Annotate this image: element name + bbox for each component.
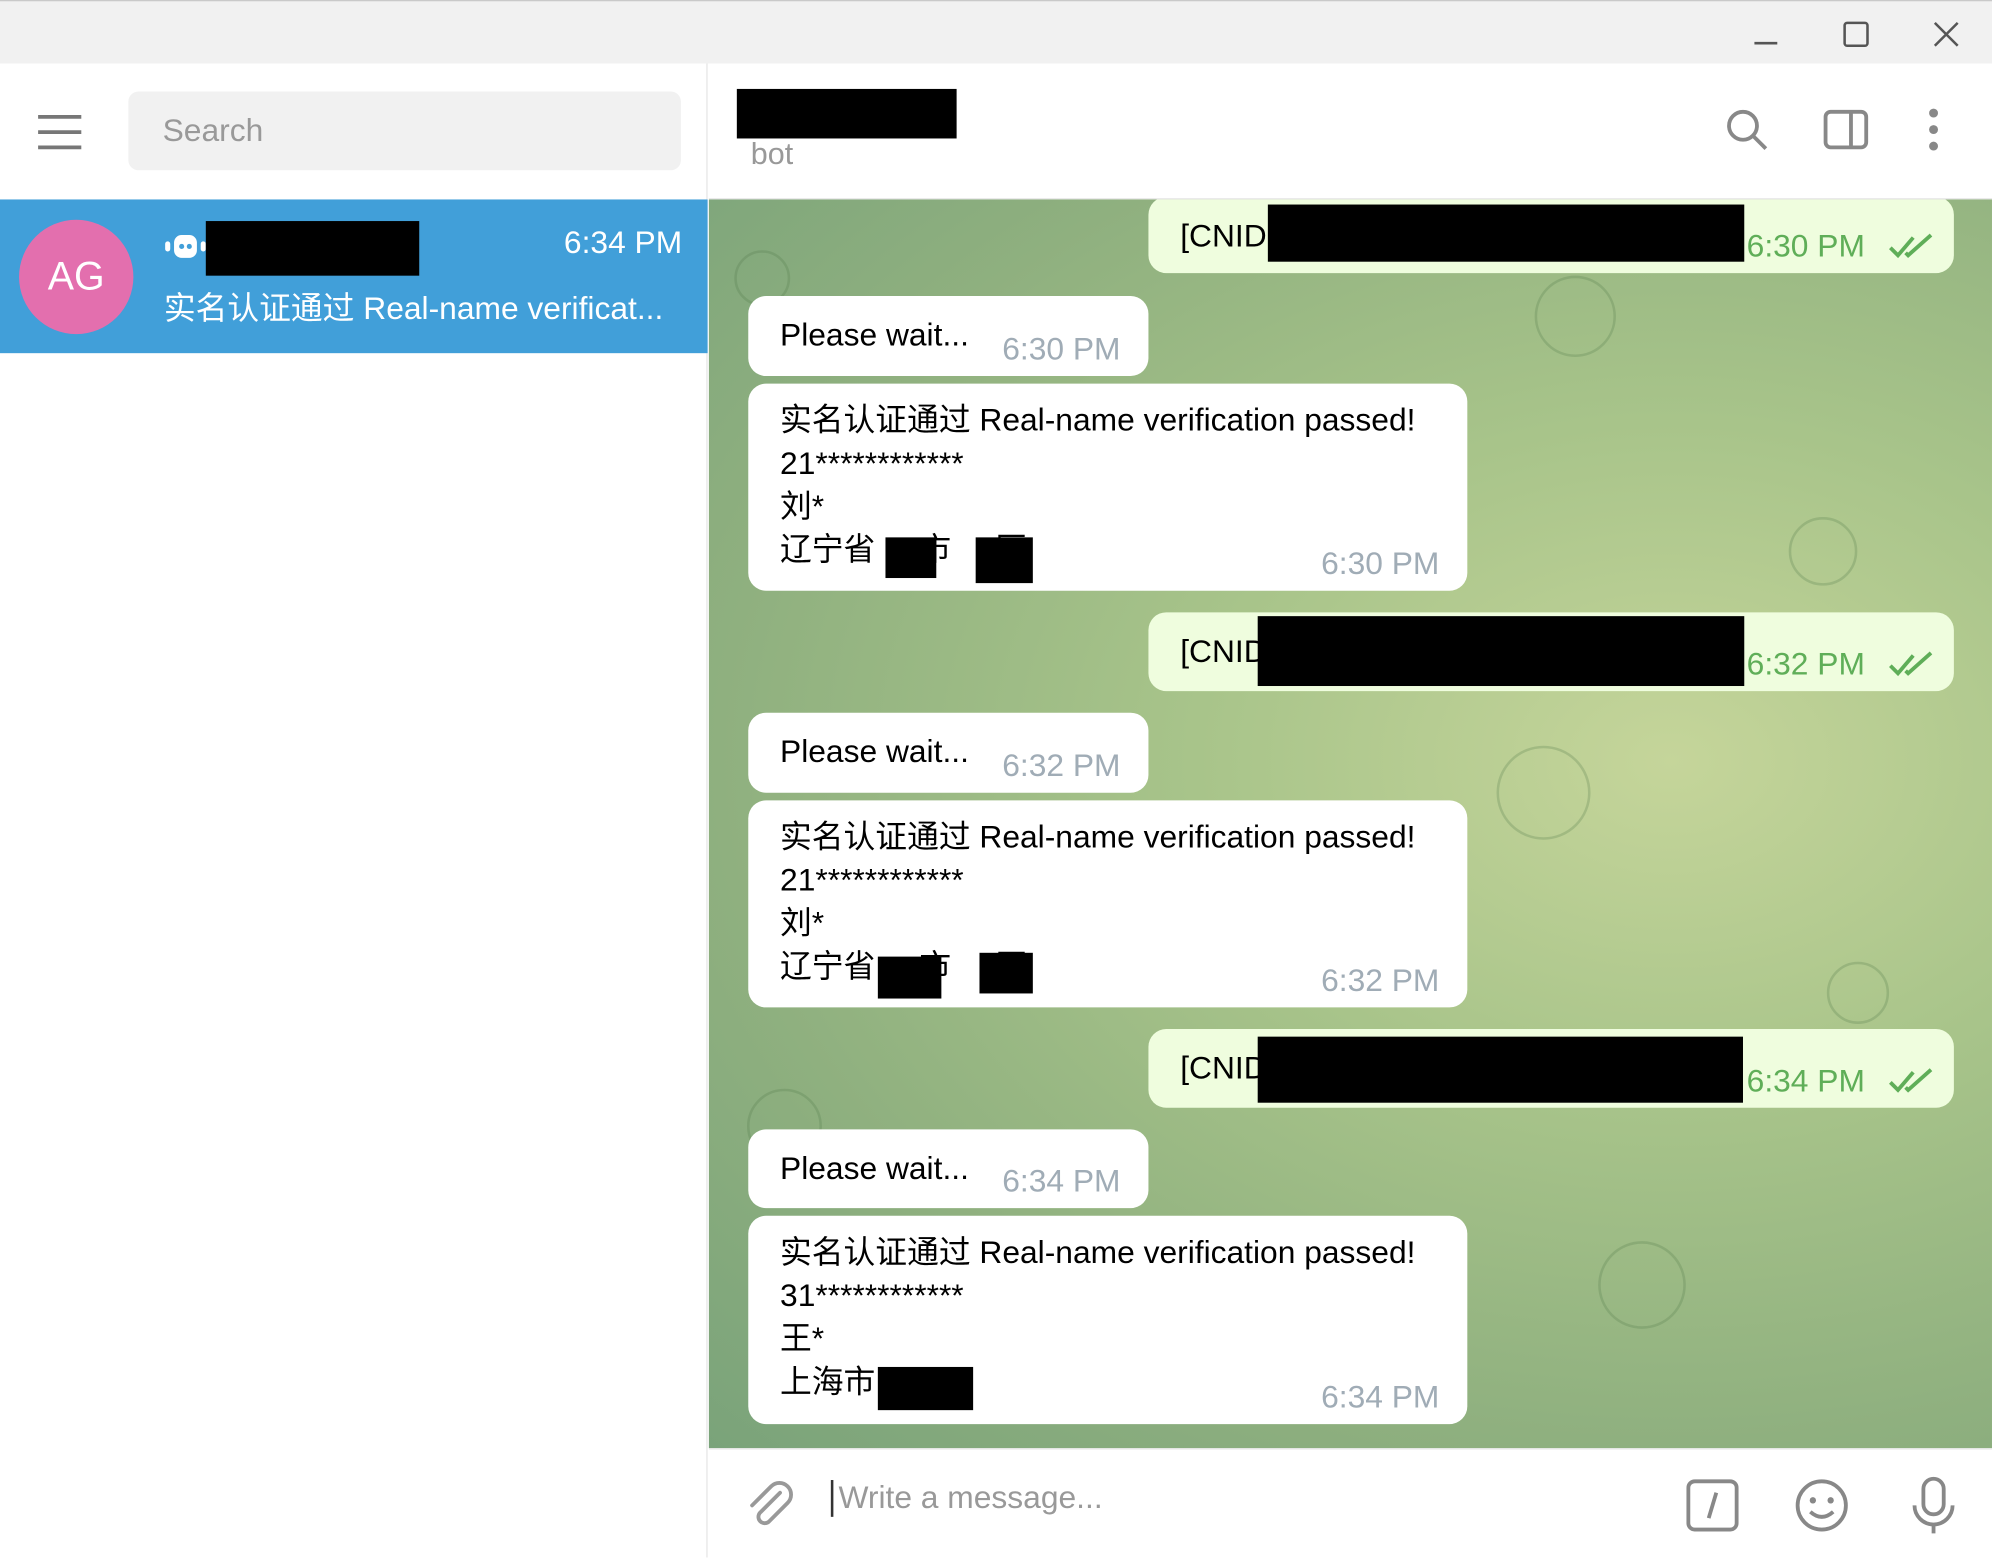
redacted-chat-name [205, 221, 420, 276]
maximize-icon [1843, 21, 1869, 48]
voice-record-button[interactable] [1903, 1475, 1964, 1536]
message-incoming[interactable]: Please wait... 6:32 PM [748, 712, 1149, 793]
message-line: 刘* [780, 905, 825, 942]
message-text: [CNID [1180, 218, 1267, 255]
redacted-message [1267, 204, 1745, 262]
message-time: 6:32 PM [1746, 646, 1865, 683]
message-time: 6:32 PM [1002, 748, 1121, 784]
message-time: 6:32 PM [1321, 962, 1440, 999]
message-outgoing[interactable]: [CNID 6:32 PM [1148, 612, 1954, 692]
emoji-button[interactable] [1791, 1475, 1852, 1536]
bot-commands-button[interactable] [1682, 1475, 1743, 1536]
search-input[interactable]: Search [128, 91, 681, 171]
paperclip-icon [750, 1481, 793, 1526]
message-incoming[interactable]: 实名认证通过 Real-name verification passed! 31… [748, 1215, 1468, 1425]
bot-icon [165, 235, 206, 258]
search-icon [1727, 109, 1768, 150]
microphone-icon [1912, 1476, 1955, 1534]
message-text: Please wait... [780, 734, 969, 770]
slash-command-icon [1686, 1479, 1739, 1532]
telegram-window: Search AG 6:34 PM 实名认证通过 Real-name verif… [0, 0, 1992, 1558]
message-line: 实名认证通过 Real-name verification passed! [780, 819, 1416, 855]
double-check-icon [1889, 233, 1933, 259]
message-time: 6:30 PM [1746, 228, 1865, 265]
message-area[interactable]: [CNID 6:30 PM Please wait... 6:30 PM 实名认… [708, 199, 1992, 1449]
double-check-icon [1889, 1068, 1933, 1093]
minimize-button[interactable] [1740, 11, 1791, 57]
close-icon [1933, 21, 1959, 47]
chat-list-item[interactable]: AG 6:34 PM 实名认证通过 Real-name verificat... [0, 199, 708, 354]
avatar-initials: AG [47, 254, 105, 299]
double-check-icon [1889, 651, 1933, 677]
message-line: 21************ [780, 862, 964, 899]
message-line: 21************ [780, 445, 964, 482]
more-options-button[interactable] [1906, 102, 1962, 158]
redacted-text [885, 537, 937, 579]
message-incoming[interactable]: Please wait... 6:30 PM [748, 296, 1149, 377]
hamburger-icon [38, 114, 82, 150]
title-bar [0, 0, 1992, 64]
message-text: [CNID [1180, 633, 1267, 670]
message-time: 6:34 PM [1746, 1063, 1865, 1099]
message-line: 31************ [780, 1278, 964, 1314]
redacted-message [1257, 616, 1745, 687]
background-doodle [1598, 1241, 1686, 1329]
emoji-icon [1795, 1479, 1848, 1532]
maximize-button[interactable] [1831, 11, 1882, 57]
message-time: 6:34 PM [1002, 1163, 1121, 1200]
message-text: [CNID [1180, 1050, 1267, 1087]
message-incoming[interactable]: 实名认证通过 Real-name verification passed! 21… [748, 800, 1468, 1008]
background-doodle [1496, 745, 1591, 840]
message-incoming[interactable]: Please wait... 6:34 PM [748, 1129, 1149, 1209]
search-button[interactable] [1719, 102, 1775, 158]
message-outgoing[interactable]: [CNID 6:34 PM [1148, 1029, 1954, 1108]
message-text: Please wait... [780, 1150, 969, 1187]
chat-preview: 实名认证通过 Real-name verificat... [163, 290, 664, 327]
background-doodle [1534, 275, 1616, 357]
message-time: 6:30 PM [1321, 546, 1440, 582]
message-line: 实名认证通过 Real-name verification passed! [780, 1234, 1416, 1271]
avatar: AG [19, 219, 134, 335]
chat-list-sidebar: Search AG 6:34 PM 实名认证通过 Real-name verif… [0, 63, 708, 1558]
message-time: 6:30 PM [1002, 331, 1121, 368]
redacted-text [979, 952, 1033, 994]
minimize-icon [1754, 41, 1778, 45]
more-vertical-icon [1929, 108, 1938, 151]
message-input[interactable]: Write a message... [830, 1480, 1103, 1517]
close-button[interactable] [1921, 11, 1972, 57]
menu-button[interactable] [33, 112, 89, 153]
attach-button[interactable] [739, 1475, 800, 1536]
sidebar-toggle-icon [1823, 109, 1869, 150]
background-doodle [1826, 961, 1890, 1024]
message-line: 刘* [780, 489, 825, 525]
redacted-text [877, 1366, 974, 1411]
chat-subtitle: bot [750, 137, 794, 172]
message-text: Please wait... [780, 317, 969, 354]
redacted-text [877, 956, 942, 999]
background-doodle [1788, 517, 1858, 586]
message-incoming[interactable]: 实名认证通过 Real-name verification passed! 21… [748, 383, 1468, 591]
message-time: 6:34 PM [1321, 1379, 1440, 1416]
redacted-message [1257, 1036, 1743, 1103]
message-line: 王* [780, 1321, 825, 1357]
redacted-text [975, 537, 1033, 584]
search-placeholder: Search [162, 112, 264, 149]
message-outgoing[interactable]: [CNID 6:30 PM [1148, 199, 1954, 274]
message-line: 实名认证通过 Real-name verification passed! [780, 402, 1416, 439]
redacted-chat-title [736, 88, 957, 139]
message-composer: Write a message... [708, 1448, 1992, 1558]
chat-time: 6:34 PM [563, 224, 683, 261]
sidebar-toggle-button[interactable] [1818, 102, 1874, 158]
chat-header: bot [708, 63, 1992, 200]
